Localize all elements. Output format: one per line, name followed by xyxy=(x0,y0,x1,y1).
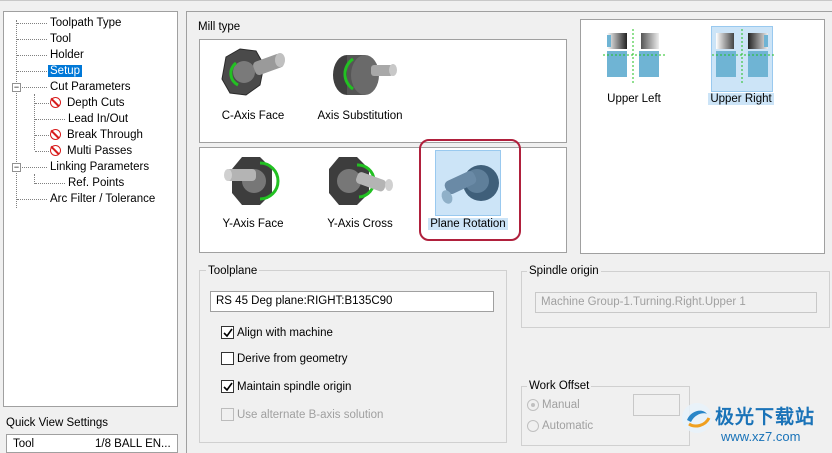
checkbox-checked-icon xyxy=(221,380,234,393)
mill-type-label: Mill type xyxy=(198,21,241,33)
mill-type-axis-substitution[interactable]: Axis Substitution xyxy=(305,45,415,125)
tree-item-holder[interactable]: Holder xyxy=(48,47,86,63)
quick-view-table: Tool 1/8 BALL EN... xyxy=(6,434,178,453)
toolplane-select[interactable]: RS 45 Deg plane:RIGHT:B135C90 xyxy=(210,291,494,312)
orientation-upper-left[interactable]: Upper Left xyxy=(579,25,689,107)
quick-view-value: 1/8 BALL EN... xyxy=(95,438,171,450)
y-axis-cross-label: Y-Axis Cross xyxy=(327,218,393,230)
spindle-origin-select[interactable]: Machine Group-1.Turning.Right.Upper 1 xyxy=(535,292,817,313)
tree-item-lead-in-out[interactable]: Lead In/Out xyxy=(66,111,130,127)
tree-item-tool[interactable]: Tool xyxy=(48,31,73,47)
mill-type-y-axis-face[interactable]: Y-Axis Face xyxy=(198,153,308,233)
mill-type-c-axis-face[interactable]: C-Axis Face xyxy=(198,45,308,125)
tree-item-toolpath-type[interactable]: Toolpath Type xyxy=(48,15,123,31)
spindle-origin-value: Machine Group-1.Turning.Right.Upper 1 xyxy=(541,296,746,308)
toolplane-value: RS 45 Deg plane:RIGHT:B135C90 xyxy=(216,295,393,307)
tree-item-break-through[interactable]: Break Through xyxy=(50,127,145,143)
collapse-cut-parameters-icon[interactable]: − xyxy=(12,83,21,92)
upper-right-icon xyxy=(712,29,774,85)
y-axis-face-label: Y-Axis Face xyxy=(222,218,284,230)
collapse-linking-parameters-icon[interactable]: − xyxy=(12,163,21,172)
quick-view-key: Tool xyxy=(13,438,35,450)
plane-rotation-highlight xyxy=(419,139,521,241)
tree-item-cut-parameters[interactable]: Cut Parameters xyxy=(48,79,133,95)
upper-right-label: Upper Right xyxy=(708,93,774,105)
c-axis-face-label: C-Axis Face xyxy=(221,110,285,122)
y-axis-cross-icon xyxy=(329,157,393,205)
y-axis-face-icon xyxy=(224,157,280,205)
orientation-upper-right[interactable]: Upper Right xyxy=(686,25,796,107)
disabled-icon xyxy=(50,129,61,140)
window-top-border xyxy=(0,0,832,2)
upper-left-icon xyxy=(603,29,665,85)
axis-substitution-icon xyxy=(333,55,397,95)
tree-item-setup[interactable]: Setup xyxy=(48,63,83,79)
watermark-logo: 极光下载站 www.xz7.com xyxy=(675,398,832,453)
quick-view-label: Quick View Settings xyxy=(6,417,109,429)
parameter-tree[interactable]: Toolpath Type Tool Holder Setup − Cut Pa… xyxy=(3,11,178,407)
upper-left-label: Upper Left xyxy=(607,93,661,105)
axis-substitution-label: Axis Substitution xyxy=(317,110,403,122)
checkbox-checked-icon xyxy=(221,326,234,339)
disabled-icon xyxy=(50,145,61,156)
toolplane-label: Toolplane xyxy=(206,265,260,277)
tree-item-linking-parameters[interactable]: Linking Parameters xyxy=(48,159,151,175)
tree-item-depth-cuts[interactable]: Depth Cuts xyxy=(50,95,127,111)
tree-item-ref-points[interactable]: Ref. Points xyxy=(66,175,126,191)
watermark-text: 极光下载站 xyxy=(715,406,816,428)
c-axis-face-icon xyxy=(221,48,285,96)
work-offset-input[interactable] xyxy=(633,394,680,416)
work-offset-label: Work Offset xyxy=(527,380,592,392)
tree-item-multi-passes[interactable]: Multi Passes xyxy=(50,143,134,159)
watermark-url: www.xz7.com xyxy=(721,429,801,444)
disabled-icon xyxy=(50,97,61,108)
tree-item-arc-filter-tolerance[interactable]: Arc Filter / Tolerance xyxy=(48,191,157,207)
spindle-origin-label: Spindle origin xyxy=(527,265,601,277)
mill-type-y-axis-cross[interactable]: Y-Axis Cross xyxy=(305,153,415,233)
